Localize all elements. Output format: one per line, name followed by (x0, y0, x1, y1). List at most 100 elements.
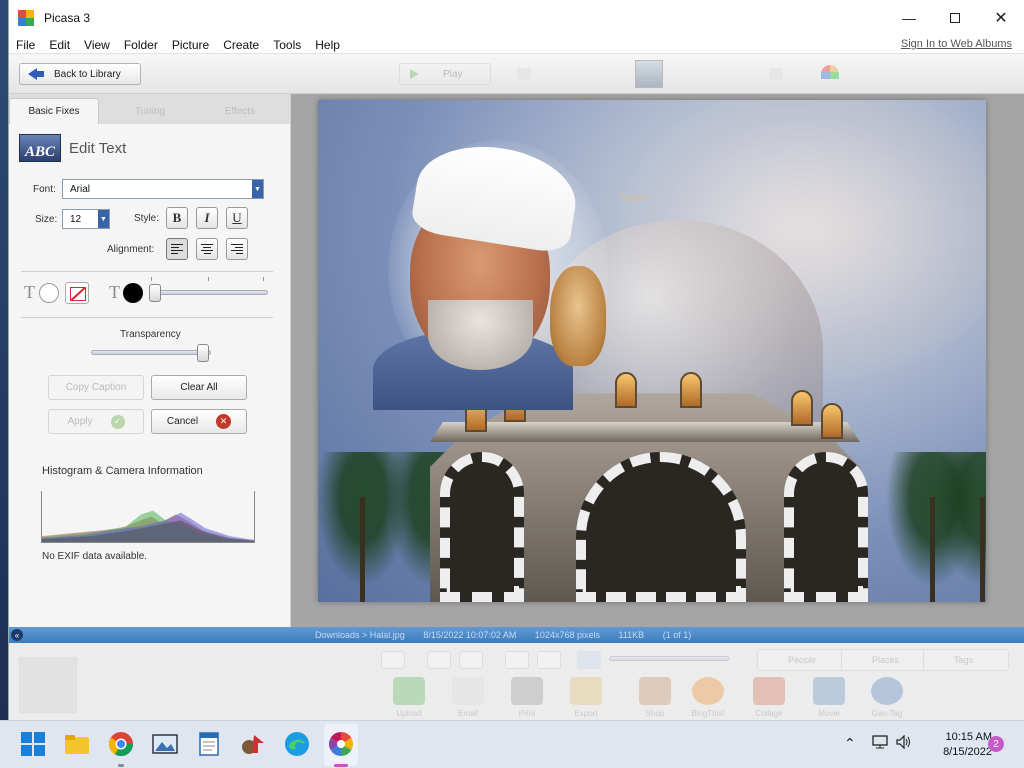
chrome-running-indicator (118, 764, 124, 767)
taskbar-clock[interactable]: 10:15 AM 8/15/2022 (922, 730, 992, 760)
title-bar: Picasa 3 — ✕ (9, 0, 1024, 36)
geo-tag-icon[interactable] (871, 677, 903, 705)
file-explorer-icon[interactable] (64, 731, 90, 757)
network-icon[interactable] (872, 735, 888, 752)
font-value: Arial (70, 183, 91, 195)
cancel-button[interactable]: Cancel ✕ (151, 409, 247, 434)
menu-tools[interactable]: Tools (266, 38, 308, 52)
photo-crescent (618, 175, 650, 201)
zoom-slider[interactable] (609, 656, 729, 661)
zoom-icon[interactable] (577, 651, 601, 669)
size-dropdown[interactable]: 12 ▼ (62, 209, 110, 229)
volume-icon[interactable] (896, 734, 912, 752)
picasa-taskbar-icon[interactable] (328, 731, 354, 757)
notepad-icon[interactable] (196, 731, 222, 757)
collage-icon[interactable] (753, 677, 785, 705)
font-dropdown[interactable]: Arial ▼ (62, 179, 264, 199)
collapse-icon[interactable]: « (11, 629, 23, 641)
tab-basic-fixes[interactable]: Basic Fixes (9, 98, 99, 124)
align-center-button[interactable] (196, 238, 218, 260)
align-right-button[interactable] (226, 238, 248, 260)
sign-in-link[interactable]: Sign In to Web Albums (901, 38, 1012, 50)
close-button[interactable]: ✕ (978, 0, 1024, 36)
apply-label: Apply (67, 416, 93, 427)
maximize-button[interactable] (932, 0, 978, 36)
photo-thumbnail[interactable] (635, 60, 663, 88)
chevron-down-icon: ▼ (252, 180, 263, 198)
menu-edit[interactable]: Edit (42, 38, 77, 52)
status-size: 111KB (618, 630, 645, 640)
outline-color-icon: T (109, 282, 120, 302)
edit-tabs: Basic Fixes Tuning Effects (9, 94, 290, 124)
email-icon[interactable] (452, 677, 484, 705)
menu-folder[interactable]: Folder (117, 38, 165, 52)
notification-badge[interactable]: 2 (988, 736, 1004, 752)
shop-icon[interactable] (639, 677, 671, 705)
upload-icon[interactable] (393, 677, 425, 705)
print-label: Print (518, 709, 536, 718)
apply-button[interactable]: Apply ✓ (48, 409, 144, 434)
clear-all-button[interactable]: Clear All (151, 375, 247, 400)
text-color-swatch[interactable] (39, 283, 59, 303)
rotate-left-icon[interactable] (427, 651, 451, 669)
slideshow-icon[interactable] (517, 68, 531, 80)
edge-icon[interactable] (284, 731, 310, 757)
status-bar: « Downloads > Halal.jpg 8/15/2022 10:07:… (9, 627, 1024, 643)
clock-time: 10:15 AM (945, 731, 992, 743)
divider (21, 317, 273, 318)
chrome-icon[interactable] (108, 731, 134, 757)
windows-start-icon[interactable] (20, 731, 46, 757)
toolbar: Back to Library Play (9, 54, 1024, 94)
tray-thumbnail[interactable] (19, 657, 77, 713)
tags-button[interactable]: Tags (923, 649, 1009, 671)
align-left-button[interactable] (166, 238, 188, 260)
transparency-slider-handle[interactable] (197, 344, 209, 362)
transparency-slider[interactable] (91, 350, 211, 355)
people-button[interactable]: People (757, 649, 845, 671)
fit-icon[interactable] (537, 651, 561, 669)
color-wheel-icon[interactable] (821, 65, 839, 79)
menu-picture[interactable]: Picture (165, 38, 216, 52)
chevron-up-icon[interactable]: ⌃ (844, 735, 856, 752)
places-button[interactable]: Places (841, 649, 927, 671)
back-to-library-button[interactable]: Back to Library (19, 63, 141, 85)
tray-hold-icon[interactable] (381, 651, 405, 669)
outline-width-slider[interactable] (150, 290, 268, 295)
play-button[interactable]: Play (399, 63, 491, 85)
taskbar: ⌃ 10:15 AM 8/15/2022 2 (0, 720, 1024, 768)
edit-panel: Basic Fixes Tuning Effects ABC Edit Text… (9, 94, 291, 627)
compare-icon[interactable] (769, 68, 783, 80)
size-value: 12 (70, 213, 82, 225)
italic-button[interactable]: I (196, 207, 218, 229)
blog-icon[interactable] (692, 677, 724, 705)
tab-effects[interactable]: Effects (195, 98, 285, 124)
movie-icon[interactable] (813, 677, 845, 705)
no-color-button[interactable] (65, 282, 89, 304)
tags-label: Tags (954, 655, 974, 665)
cancel-label: Cancel (166, 416, 199, 427)
print-icon[interactable] (511, 677, 543, 705)
photos-viewer-icon[interactable] (152, 731, 178, 757)
copy-caption-button[interactable]: Copy Caption (48, 375, 144, 400)
edited-photo[interactable] (318, 100, 986, 602)
exif-message: No EXIF data available. (42, 551, 148, 562)
transparency-label: Transparency (120, 329, 181, 340)
menu-create[interactable]: Create (216, 38, 266, 52)
menu-view[interactable]: View (77, 38, 117, 52)
rotate-right-icon[interactable] (459, 651, 483, 669)
close-icon: ✕ (994, 10, 1008, 27)
tab-tuning[interactable]: Tuning (105, 98, 195, 124)
shop-label: Shop (645, 709, 665, 718)
export-icon[interactable] (570, 677, 602, 705)
menu-file[interactable]: File (9, 38, 42, 52)
minimize-button[interactable]: — (886, 0, 932, 36)
play-icon (410, 69, 419, 79)
outline-color-swatch[interactable] (123, 283, 143, 303)
email-label: Email (457, 709, 478, 718)
bold-button[interactable]: B (166, 207, 188, 229)
outline-width-slider-handle[interactable] (149, 284, 161, 302)
menu-help[interactable]: Help (308, 38, 347, 52)
app-icon[interactable] (240, 731, 266, 757)
view-icon[interactable] (505, 651, 529, 669)
underline-button[interactable]: U (226, 207, 248, 229)
